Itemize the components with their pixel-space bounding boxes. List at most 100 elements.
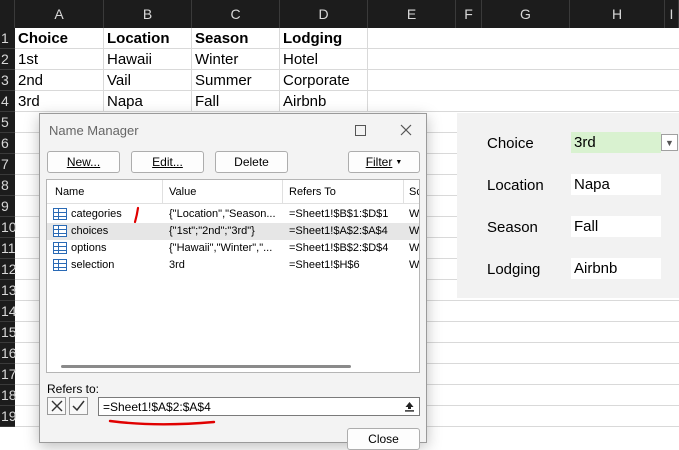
cell-d4[interactable]: Airbnb [280,91,368,112]
list-item[interactable]: categories {"Location","Season... =Sheet… [47,206,419,223]
header-scope[interactable]: Sc [409,186,419,198]
cell-d3[interactable]: Corporate [280,70,368,91]
table-icon [53,242,67,254]
cell-b3[interactable]: Vail [104,70,192,91]
cell-a3[interactable]: 2nd [15,70,104,91]
cell-d1[interactable]: Lodging [280,28,368,49]
cell-c1[interactable]: Season [192,28,280,49]
cell-a2[interactable]: 1st [15,49,104,70]
refers-to-input[interactable]: =Sheet1!$A$2:$A$4 [98,397,420,416]
scope-cell: W [409,208,420,220]
name-cell: choices [71,225,109,237]
column-header-f[interactable]: F [456,0,482,28]
list-item[interactable]: choices {"1st";"2nd";"3rd"} =Sheet1!$A$2… [47,223,419,240]
names-list[interactable]: Name Value Refers To Sc categories {"Loc… [46,179,420,373]
row-header-17[interactable]: 17 [0,364,17,385]
column-header-i[interactable]: I [665,0,679,28]
row-header-3[interactable]: 3 [0,70,15,91]
maximize-button[interactable] [346,119,374,141]
row-header-14[interactable]: 14 [0,301,17,322]
row-header-11[interactable]: 11 [0,238,16,259]
cell-b4[interactable]: Napa [104,91,192,112]
name-cell: options [71,242,107,254]
filter-button[interactable]: Filter ▼ [348,151,420,173]
cell-d2[interactable]: Hotel [280,49,368,70]
cell-a1[interactable]: Choice [15,28,104,49]
value-cell: {"1st";"2nd";"3rd"} [169,225,255,237]
column-header-a[interactable]: A [15,0,104,28]
new-button[interactable]: New... [47,151,120,173]
cell-c2[interactable]: Winter [192,49,280,70]
row-header-10[interactable]: 10 [0,217,17,238]
close-button[interactable] [392,119,420,141]
row-header-9[interactable]: 9 [0,196,15,217]
corner-cell[interactable] [0,0,15,28]
row-header-15[interactable]: 15 [0,322,17,343]
value-cell: {"Hawaii","Winter","... [169,242,273,254]
column-header-b[interactable]: B [104,0,192,28]
header-divider[interactable] [282,180,283,204]
table-icon [53,259,67,271]
table-icon [53,225,67,237]
chevron-down-icon[interactable]: ▼ [661,134,678,151]
location-label: Location [487,177,544,194]
header-value[interactable]: Value [169,186,196,198]
row-header-13[interactable]: 13 [0,280,17,301]
filter-button-label: Filter [365,155,393,169]
value-cell: {"Location","Season... [169,208,276,220]
row-header-2[interactable]: 2 [0,49,15,70]
table-icon [53,208,67,220]
delete-button[interactable]: Delete [215,151,288,173]
names-list-header: Name Value Refers To Sc [47,180,419,204]
maximize-icon [354,124,366,136]
column-header-c[interactable]: C [192,0,280,28]
list-item[interactable]: options {"Hawaii","Winter","... =Sheet1!… [47,240,419,257]
horizontal-scrollbar[interactable] [61,365,351,368]
header-name[interactable]: Name [55,186,84,198]
dialog-title: Name Manager [49,123,139,138]
caret-down-icon: ▼ [395,158,403,166]
row-header-5[interactable]: 5 [0,112,15,133]
row-header-18[interactable]: 18 [0,385,17,406]
header-refers-to[interactable]: Refers To [289,186,336,198]
name-cell: categories [71,208,122,220]
lodging-value[interactable]: Airbnb [571,258,661,279]
season-label: Season [487,219,538,236]
row-header-6[interactable]: 6 [0,133,15,154]
column-header-d[interactable]: D [280,0,368,28]
row-header-7[interactable]: 7 [0,154,15,175]
cell-c4[interactable]: Fall [192,91,280,112]
season-value[interactable]: Fall [571,216,661,237]
row-header-1[interactable]: 1 [0,28,15,49]
row-header-8[interactable]: 8 [0,175,15,196]
row-header-16[interactable]: 16 [0,343,17,364]
cell-b2[interactable]: Hawaii [104,49,192,70]
choice-dropdown[interactable]: 3rd [571,132,661,153]
header-divider[interactable] [162,180,163,204]
refers-to-cell: =Sheet1!$A$2:$A$4 [289,225,388,237]
edit-button-label: Edit... [152,155,183,169]
x-icon [51,400,62,412]
edit-button[interactable]: Edit... [131,151,204,173]
column-header-h[interactable]: H [570,0,665,28]
confirm-edit-button[interactable] [69,397,88,415]
column-header-e[interactable]: E [368,0,456,28]
checkmark-icon [72,400,85,412]
column-header-g[interactable]: G [482,0,570,28]
cell-b1[interactable]: Location [104,28,192,49]
row-header-4[interactable]: 4 [0,91,15,112]
upload-arrow-icon [404,402,414,412]
cell-c3[interactable]: Summer [192,70,280,91]
row-header-19[interactable]: 19 [0,406,17,427]
header-divider[interactable] [403,180,404,204]
collapse-dialog-button[interactable] [401,399,417,414]
location-value[interactable]: Napa [571,174,661,195]
close-dialog-button[interactable]: Close [347,428,420,450]
refers-to-label: Refers to: [47,382,100,396]
cancel-edit-button[interactable] [47,397,66,415]
annotation-underline-mark [108,419,216,426]
row-header-12[interactable]: 12 [0,259,17,280]
refers-to-cell: =Sheet1!$H$6 [289,259,360,271]
list-item[interactable]: selection 3rd =Sheet1!$H$6 W [47,257,419,274]
cell-a4[interactable]: 3rd [15,91,104,112]
